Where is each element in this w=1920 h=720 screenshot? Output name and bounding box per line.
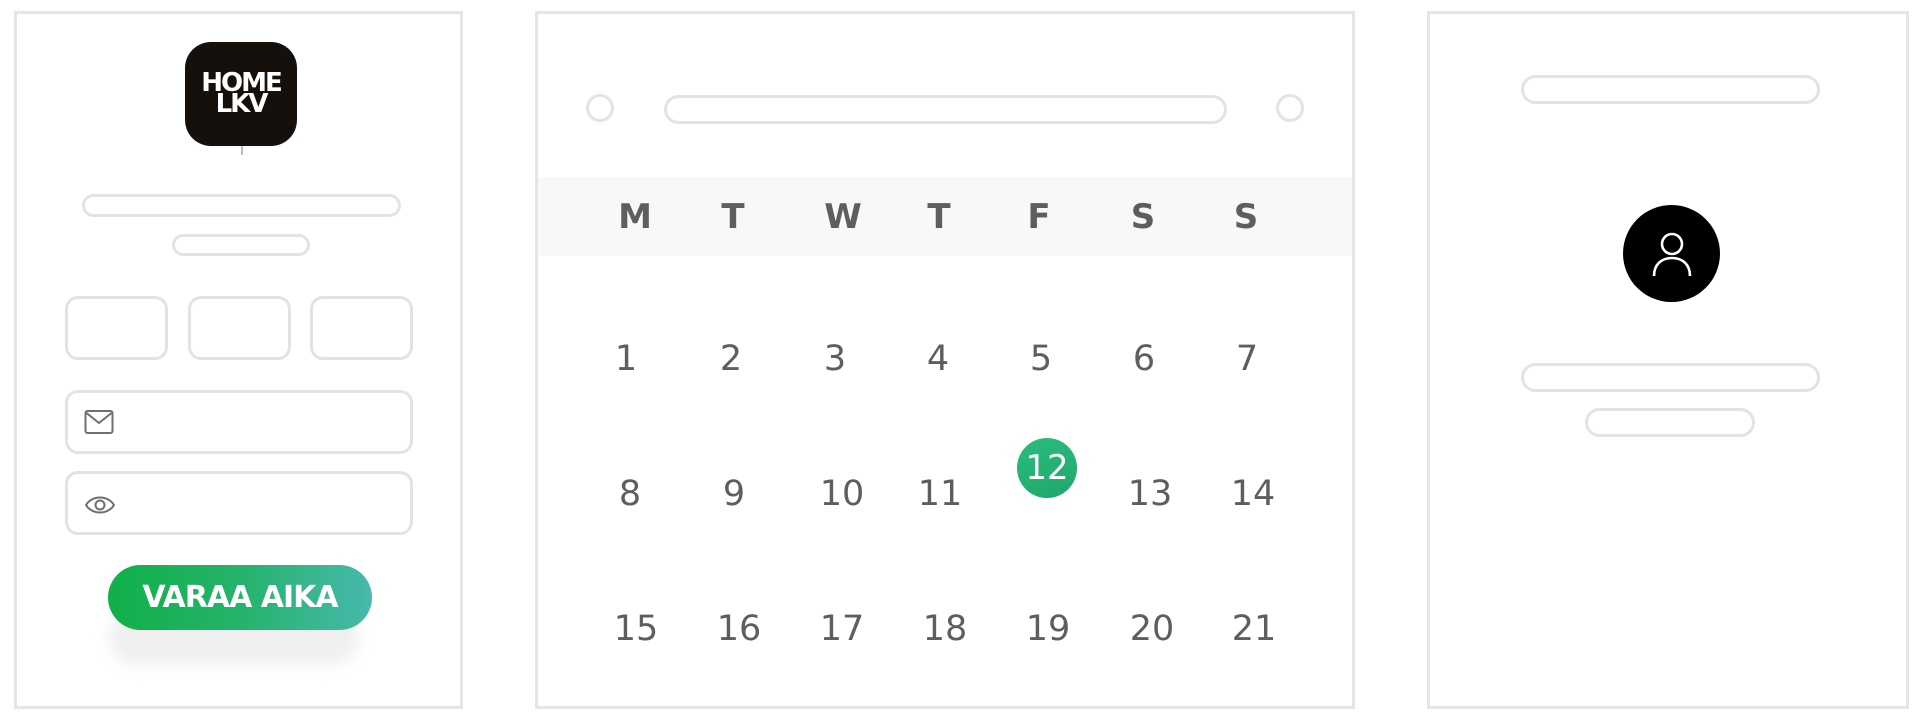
option-box-2[interactable] bbox=[188, 296, 291, 360]
calendar-day[interactable]: 7 bbox=[1207, 339, 1287, 379]
calendar-day[interactable]: 9 bbox=[694, 474, 774, 514]
login-panel: HOME LKV VARAA AIKA bbox=[14, 11, 463, 709]
option-box-3[interactable] bbox=[310, 296, 413, 360]
calendar-day[interactable]: 17 bbox=[802, 609, 882, 649]
weekday-header: M T W T F S S bbox=[538, 177, 1352, 256]
calendar-day[interactable]: 14 bbox=[1213, 474, 1293, 514]
home-lkv-logo: HOME LKV bbox=[185, 42, 297, 146]
calendar-day[interactable]: 11 bbox=[900, 474, 980, 514]
calendar-day[interactable]: 1 bbox=[586, 339, 666, 379]
profile-name-placeholder bbox=[1521, 363, 1820, 392]
calendar-day[interactable]: 3 bbox=[795, 339, 875, 379]
calendar-day[interactable]: 4 bbox=[898, 339, 978, 379]
calendar-day[interactable]: 20 bbox=[1112, 609, 1192, 649]
eye-icon[interactable] bbox=[84, 492, 116, 518]
next-month-button[interactable] bbox=[1276, 94, 1304, 122]
calendar-day[interactable]: 2 bbox=[691, 339, 771, 379]
weekday-label: T bbox=[721, 197, 745, 237]
weekday-label: T bbox=[927, 197, 951, 237]
profile-subtitle-placeholder bbox=[1585, 408, 1755, 437]
calendar-day[interactable]: 6 bbox=[1104, 339, 1184, 379]
subtitle-placeholder bbox=[172, 234, 310, 256]
avatar[interactable] bbox=[1623, 205, 1720, 302]
calendar-day[interactable]: 19 bbox=[1008, 609, 1088, 649]
calendar-panel: M T W T F S S 1 2 3 4 5 6 7 8 9 10 11 12… bbox=[535, 11, 1355, 709]
envelope-icon bbox=[84, 410, 114, 434]
calendar-day[interactable]: 13 bbox=[1110, 474, 1190, 514]
prev-month-button[interactable] bbox=[586, 94, 614, 122]
calendar-day[interactable]: 21 bbox=[1214, 609, 1294, 649]
logo-divider bbox=[241, 146, 243, 155]
month-title-placeholder bbox=[664, 95, 1227, 124]
varaa-aika-button[interactable]: VARAA AIKA bbox=[108, 565, 372, 630]
calendar-day[interactable]: 10 bbox=[802, 474, 882, 514]
calendar-day[interactable]: 8 bbox=[590, 474, 670, 514]
title-placeholder bbox=[82, 194, 401, 217]
weekday-label: M bbox=[618, 197, 652, 237]
calendar-day[interactable]: 5 bbox=[1001, 339, 1081, 379]
weekday-label: W bbox=[824, 197, 862, 237]
calendar-day[interactable]: 15 bbox=[596, 609, 676, 649]
weekday-label: S bbox=[1130, 197, 1156, 237]
calendar-day[interactable]: 18 bbox=[905, 609, 985, 649]
profile-panel bbox=[1427, 11, 1909, 709]
password-field[interactable] bbox=[65, 471, 413, 535]
calendar-day[interactable]: 16 bbox=[699, 609, 779, 649]
option-box-1[interactable] bbox=[65, 296, 168, 360]
email-field[interactable] bbox=[65, 390, 413, 454]
weekday-label: S bbox=[1233, 197, 1259, 237]
calendar-day-selected[interactable]: 12 bbox=[1017, 438, 1077, 498]
logo-line-2: LKV bbox=[215, 89, 269, 119]
user-icon bbox=[1652, 232, 1691, 276]
weekday-label: F bbox=[1027, 197, 1051, 237]
profile-header-placeholder bbox=[1521, 75, 1820, 104]
